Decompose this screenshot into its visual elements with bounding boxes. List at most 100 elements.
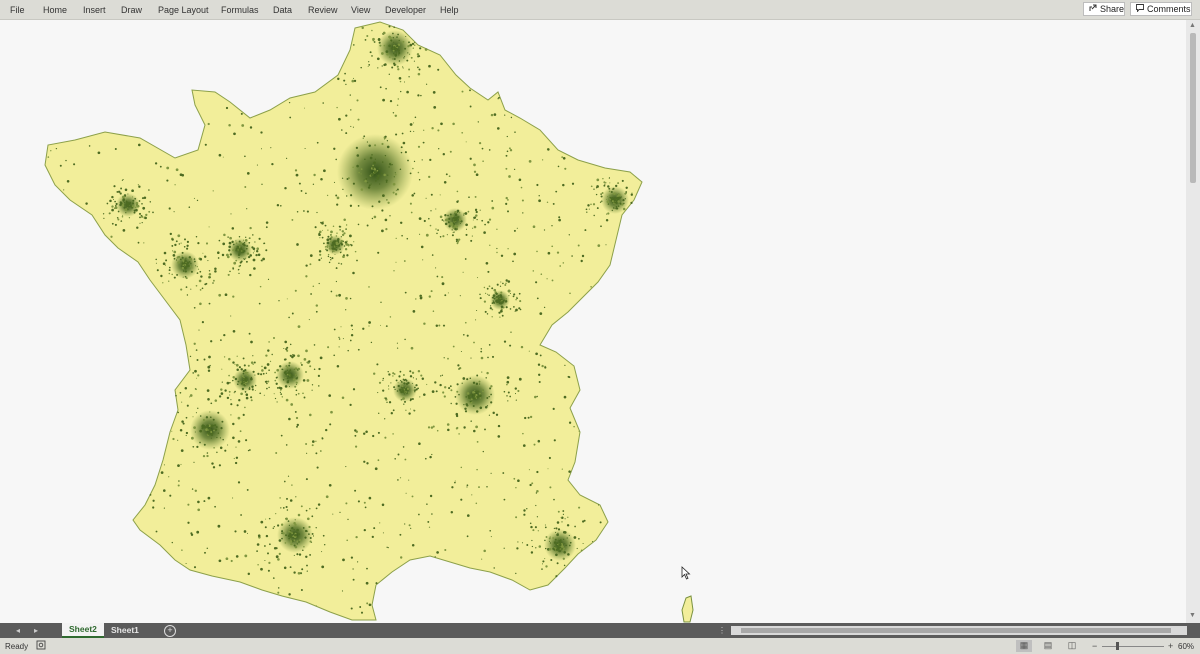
menu-data[interactable]: Data <box>273 5 292 15</box>
population-dot <box>362 137 364 139</box>
menu-review[interactable]: Review <box>308 5 338 15</box>
population-dot <box>371 154 373 156</box>
scroll-down-icon[interactable]: ▼ <box>1189 612 1196 619</box>
page-break-view-icon[interactable]: ◫ <box>1064 640 1080 652</box>
population-dot <box>609 182 611 184</box>
population-dot <box>330 230 333 234</box>
population-dot <box>136 226 139 229</box>
tab-sheet1[interactable]: Sheet1 <box>104 623 146 638</box>
population-dot <box>550 558 553 562</box>
population-dot <box>372 39 375 42</box>
population-dot <box>396 36 398 38</box>
accessibility-icon[interactable] <box>36 640 46 652</box>
population-dot <box>557 510 560 513</box>
vertical-scroll-thumb[interactable] <box>1190 33 1196 183</box>
population-dot <box>499 316 501 318</box>
population-dot <box>199 441 201 444</box>
page-layout-view-icon[interactable]: ▤ <box>1040 640 1056 652</box>
population-dot <box>498 96 500 99</box>
population-dot <box>300 189 303 192</box>
zoom-out-icon[interactable]: − <box>1092 641 1097 651</box>
menu-view[interactable]: View <box>351 5 370 15</box>
horizontal-scrollbar[interactable] <box>731 626 1187 635</box>
normal-view-icon[interactable]: ▦ <box>1016 640 1032 652</box>
population-dot <box>353 241 355 243</box>
zoom-slider[interactable] <box>1102 646 1164 647</box>
population-dot <box>396 104 399 107</box>
population-dot <box>338 293 341 297</box>
population-dot <box>243 244 246 247</box>
population-dot <box>548 537 551 540</box>
menu-developer[interactable]: Developer <box>385 5 426 15</box>
population-dot <box>244 384 246 387</box>
vertical-scrollbar[interactable]: ▲ ▼ <box>1186 20 1200 623</box>
population-dot <box>488 285 491 288</box>
population-dot <box>163 507 165 509</box>
population-dot <box>622 199 625 202</box>
population-dot <box>286 509 289 511</box>
tab-splitter-icon[interactable]: ⋮ <box>718 626 726 635</box>
population-dot <box>414 386 416 389</box>
population-dot <box>464 258 467 260</box>
population-dot <box>204 551 206 554</box>
population-dot <box>122 229 126 232</box>
population-dot <box>381 172 383 175</box>
menu-formulas[interactable]: Formulas <box>221 5 259 15</box>
menu-insert[interactable]: Insert <box>83 5 106 15</box>
population-dot <box>120 220 123 222</box>
population-dot <box>395 133 398 136</box>
population-dot <box>246 252 250 255</box>
population-dot <box>500 295 503 299</box>
menu-home[interactable]: Home <box>43 5 67 15</box>
population-dot <box>316 466 319 469</box>
population-dot <box>443 220 445 222</box>
population-dot <box>330 259 332 261</box>
population-dot <box>435 208 437 210</box>
population-dot <box>210 437 212 439</box>
population-dot <box>386 546 388 548</box>
menu-file[interactable]: File <box>10 5 25 15</box>
menu-page-layout[interactable]: Page Layout <box>158 5 209 15</box>
tab-scroll-right-icon[interactable]: ▸ <box>34 626 38 635</box>
tab-scroll-left-icon[interactable]: ◂ <box>16 626 20 635</box>
population-dot <box>325 495 329 499</box>
zoom-level[interactable]: 60% <box>1178 642 1194 651</box>
population-dot <box>606 196 609 198</box>
menu-draw[interactable]: Draw <box>121 5 142 15</box>
population-dot <box>467 210 470 213</box>
population-dot <box>384 397 387 400</box>
population-dot <box>175 259 178 261</box>
horizontal-scroll-thumb[interactable] <box>741 628 1171 633</box>
population-dot <box>545 536 548 538</box>
worksheet-canvas[interactable] <box>0 20 1186 623</box>
population-dot <box>355 445 358 448</box>
population-dot <box>562 262 565 264</box>
menu-help[interactable]: Help <box>440 5 459 15</box>
population-dot <box>380 301 382 304</box>
zoom-slider-knob[interactable] <box>1116 642 1119 650</box>
population-dot <box>410 346 414 350</box>
population-dot <box>50 150 52 152</box>
population-dot <box>465 233 468 236</box>
population-dot <box>245 236 247 238</box>
population-dot <box>254 384 257 387</box>
population-dot <box>283 566 287 570</box>
population-dot <box>429 494 433 498</box>
zoom-in-icon[interactable]: + <box>1168 641 1173 651</box>
scroll-up-icon[interactable]: ▲ <box>1189 22 1196 29</box>
population-dot <box>402 67 404 69</box>
population-dot <box>460 498 463 501</box>
population-dot <box>388 73 390 75</box>
population-dot <box>226 253 229 257</box>
population-dot <box>402 374 405 376</box>
comments-button[interactable]: Comments <box>1130 2 1192 16</box>
tab-sheet2[interactable]: Sheet2 <box>62 623 104 638</box>
population-dot <box>85 202 88 205</box>
population-dot <box>377 174 380 178</box>
population-dot <box>289 343 292 346</box>
population-dot <box>466 334 469 337</box>
share-button[interactable]: Share <box>1083 2 1125 16</box>
population-dot <box>185 431 189 435</box>
population-dot <box>464 321 467 324</box>
plus-circle-icon[interactable]: + <box>164 625 176 637</box>
